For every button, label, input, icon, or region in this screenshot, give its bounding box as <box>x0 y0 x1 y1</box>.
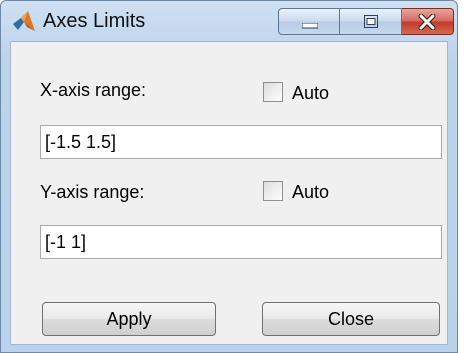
title-bar[interactable]: Axes Limits <box>1 1 457 41</box>
y-axis-auto-checkbox[interactable] <box>263 181 283 201</box>
close-icon <box>418 14 436 30</box>
x-axis-auto-checkbox[interactable] <box>263 82 283 102</box>
y-axis-auto-label[interactable]: Auto <box>292 181 329 203</box>
window-title: Axes Limits <box>43 10 146 32</box>
x-axis-auto-label[interactable]: Auto <box>292 82 329 104</box>
matlab-icon <box>13 11 35 31</box>
y-axis-range-label: Y-axis range: <box>40 182 145 202</box>
y-axis-range-input[interactable]: [-1 1] <box>40 225 442 259</box>
minimize-icon <box>302 23 318 29</box>
dialog-content: X-axis range: Auto [-1.5 1.5] Y-axis ran… <box>10 41 448 345</box>
close-window-button[interactable] <box>402 8 454 35</box>
x-axis-range-label: X-axis range: <box>40 80 147 100</box>
apply-button[interactable]: Apply <box>42 302 216 336</box>
x-axis-range-input[interactable]: [-1.5 1.5] <box>40 125 442 159</box>
maximize-icon <box>364 15 378 28</box>
minimize-button[interactable] <box>278 8 340 35</box>
maximize-button[interactable] <box>340 8 402 35</box>
close-button[interactable]: Close <box>262 302 440 336</box>
dialog-window: Axes Limits X-axis range: Auto [-1.5 1.5… <box>0 0 458 353</box>
